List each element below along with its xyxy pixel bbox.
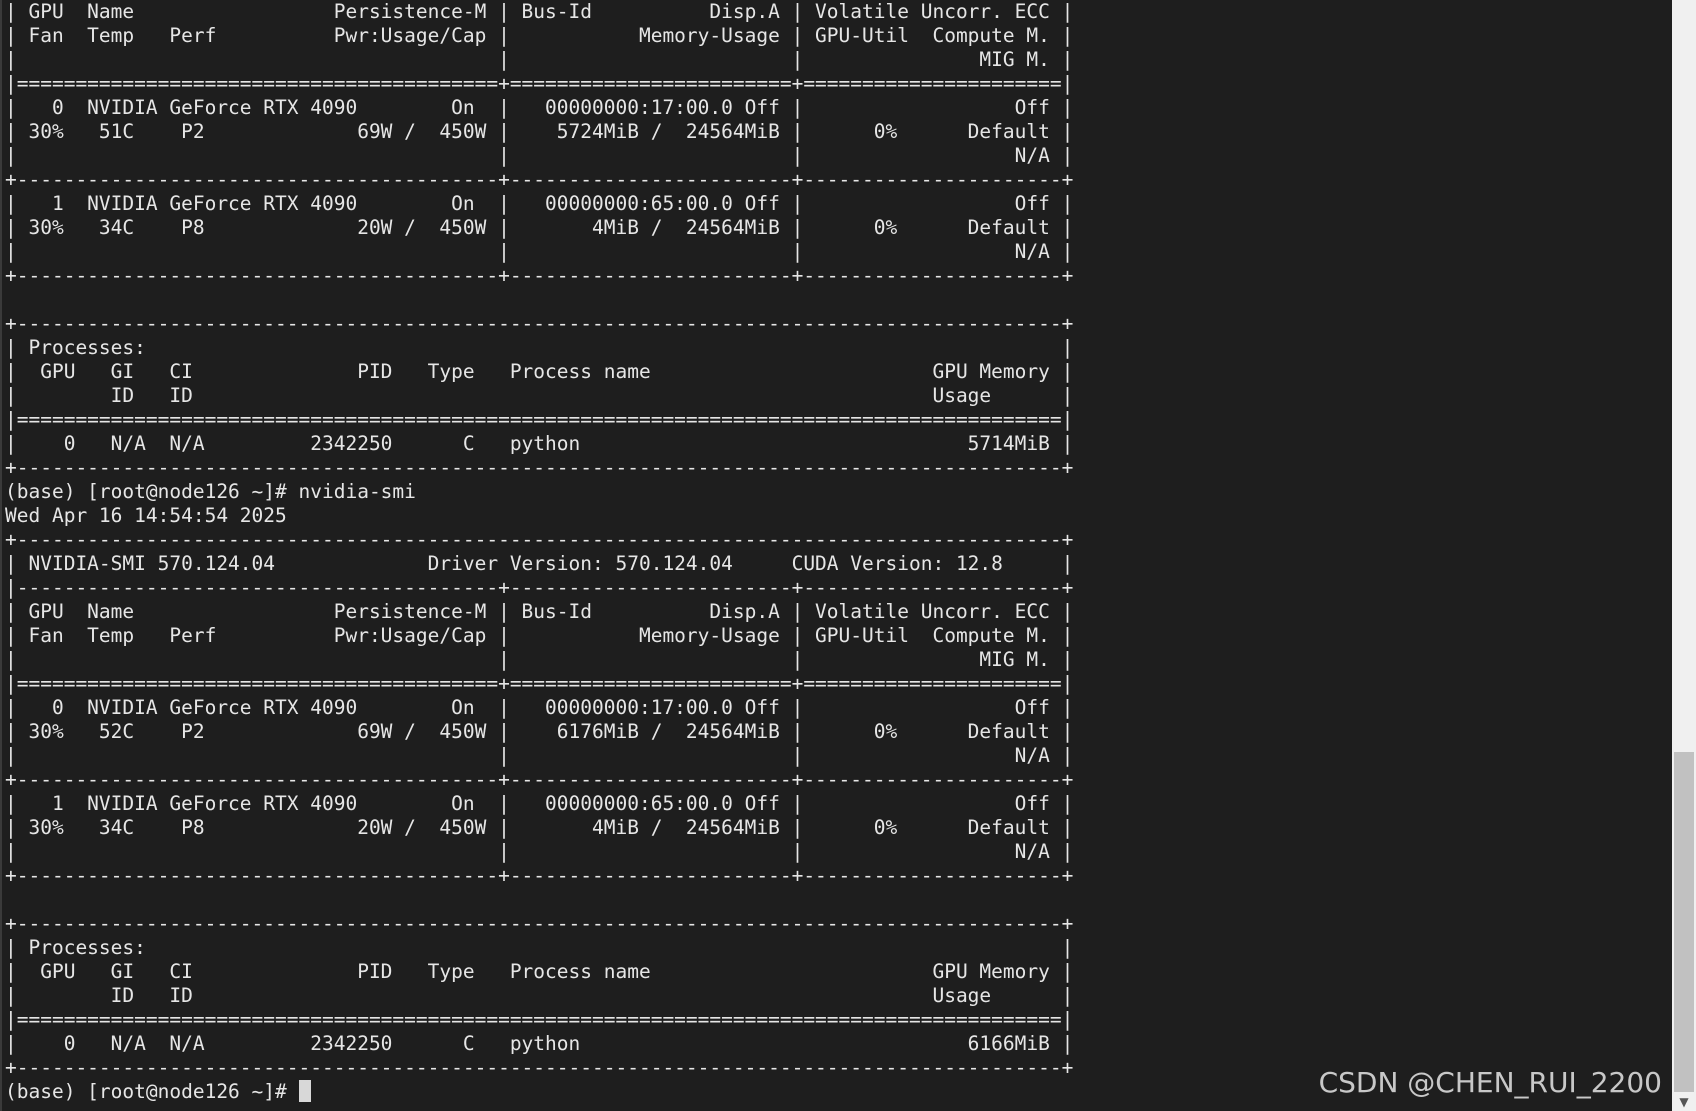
terminal-line: | 30% 51C P2 69W / 450W | 5724MiB / 2456… bbox=[5, 120, 1074, 143]
terminal-line: |=======================================… bbox=[5, 1008, 1074, 1031]
terminal-line: +---------------------------------------… bbox=[5, 456, 1074, 479]
terminal-line: Wed Apr 16 14:54:54 2025 bbox=[5, 504, 287, 527]
scroll-down-arrow-icon[interactable]: ▼ bbox=[1672, 1093, 1696, 1111]
terminal-line: (base) [root@node126 ~]# nvidia-smi bbox=[5, 480, 416, 503]
terminal-line: | ID ID Usage | bbox=[5, 384, 1074, 407]
terminal-line: +---------------------------------------… bbox=[5, 312, 1074, 335]
text-cursor bbox=[298, 1080, 311, 1102]
prompt-text: (base) [root@node126 ~]# bbox=[5, 1080, 299, 1103]
terminal-line: | NVIDIA-SMI 570.124.04 Driver Version: … bbox=[5, 552, 1074, 575]
terminal-line: +---------------------------------------… bbox=[5, 264, 1074, 287]
scrollbar-thumb[interactable] bbox=[1674, 752, 1694, 1092]
watermark: CSDN @CHEN_RUI_2200 bbox=[1318, 1066, 1662, 1099]
terminal-line: | 30% 34C P8 20W / 450W | 4MiB / 24564Mi… bbox=[5, 816, 1074, 839]
terminal-line: |=======================================… bbox=[5, 72, 1074, 95]
terminal-line: | Fan Temp Perf Pwr:Usage/Cap | Memory-U… bbox=[5, 624, 1074, 647]
terminal-line: | | | N/A | bbox=[5, 144, 1074, 167]
terminal-line: | ID ID Usage | bbox=[5, 984, 1074, 1007]
terminal-line: | Fan Temp Perf Pwr:Usage/Cap | Memory-U… bbox=[5, 24, 1074, 47]
terminal-line: | 1 NVIDIA GeForce RTX 4090 On | 0000000… bbox=[5, 792, 1074, 815]
terminal-output: | GPU Name Persistence-M | Bus-Id Disp.A… bbox=[5, 0, 1672, 1104]
terminal-line: | 30% 34C P8 20W / 450W | 4MiB / 24564Mi… bbox=[5, 216, 1074, 239]
terminal-line: +---------------------------------------… bbox=[5, 864, 1074, 887]
terminal-line: | GPU Name Persistence-M | Bus-Id Disp.A… bbox=[5, 0, 1074, 23]
terminal-line: | | | N/A | bbox=[5, 744, 1074, 767]
terminal-line: +---------------------------------------… bbox=[5, 528, 1074, 551]
terminal-line: | | | N/A | bbox=[5, 840, 1074, 863]
terminal-line: |---------------------------------------… bbox=[5, 576, 1074, 599]
terminal-line: |=======================================… bbox=[5, 672, 1074, 695]
terminal-line: | | | N/A | bbox=[5, 240, 1074, 263]
terminal-line: | 30% 52C P2 69W / 450W | 6176MiB / 2456… bbox=[5, 720, 1074, 743]
terminal-line: +---------------------------------------… bbox=[5, 912, 1074, 935]
terminal-line: +---------------------------------------… bbox=[5, 168, 1074, 191]
terminal-line: | GPU GI CI PID Type Process name GPU Me… bbox=[5, 360, 1074, 383]
terminal-line: | Processes: | bbox=[5, 936, 1074, 959]
terminal-line: | 0 NVIDIA GeForce RTX 4090 On | 0000000… bbox=[5, 696, 1074, 719]
vertical-scrollbar[interactable]: ▼ bbox=[1672, 0, 1696, 1111]
terminal-line: | | | MIG M. | bbox=[5, 648, 1074, 671]
terminal-window[interactable]: | GPU Name Persistence-M | Bus-Id Disp.A… bbox=[0, 0, 1672, 1111]
terminal-line: | GPU Name Persistence-M | Bus-Id Disp.A… bbox=[5, 600, 1074, 623]
terminal-line: |=======================================… bbox=[5, 408, 1074, 431]
terminal-line: | 0 N/A N/A 2342250 C python 6166MiB | bbox=[5, 1032, 1074, 1055]
terminal-line: | GPU GI CI PID Type Process name GPU Me… bbox=[5, 960, 1074, 983]
terminal-line: | 0 NVIDIA GeForce RTX 4090 On | 0000000… bbox=[5, 96, 1074, 119]
terminal-line: | Processes: | bbox=[5, 336, 1074, 359]
terminal-line: | 1 NVIDIA GeForce RTX 4090 On | 0000000… bbox=[5, 192, 1074, 215]
terminal-line: | 0 N/A N/A 2342250 C python 5714MiB | bbox=[5, 432, 1074, 455]
terminal-line: +---------------------------------------… bbox=[5, 768, 1074, 791]
terminal-line: | | | MIG M. | bbox=[5, 48, 1074, 71]
